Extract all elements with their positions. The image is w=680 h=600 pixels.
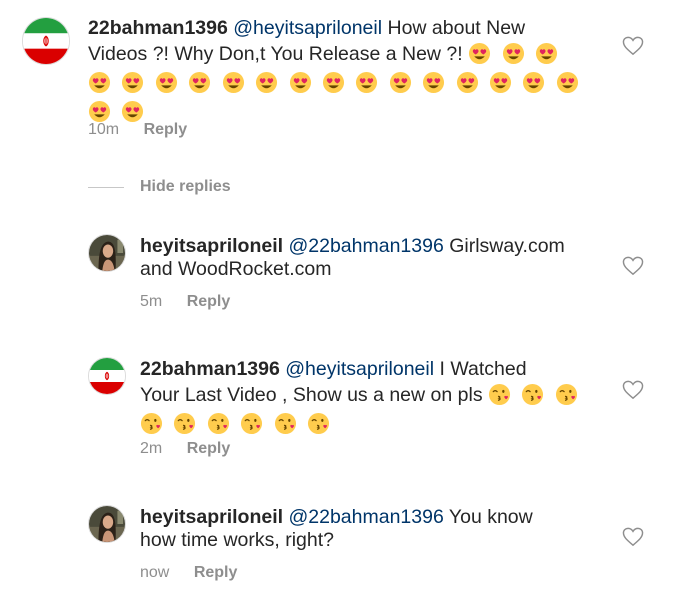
heart-eyes-emoji xyxy=(289,71,312,94)
heart-eyes-emoji xyxy=(88,71,111,94)
kissing-emoji xyxy=(140,412,163,435)
reply-button[interactable]: Reply xyxy=(144,121,188,138)
heart-eyes-emoji xyxy=(468,42,491,65)
kissing-emoji xyxy=(307,412,330,435)
comment-username[interactable]: 22bahman1396 xyxy=(140,358,280,380)
comment-meta: 5m Reply xyxy=(140,293,230,311)
comment-body: Girlsway.com xyxy=(449,235,565,257)
like-button[interactable] xyxy=(622,36,644,56)
hide-replies-label[interactable]: Hide replies xyxy=(140,176,231,198)
heart-eyes-emoji xyxy=(222,71,245,94)
heart-eyes-emoji xyxy=(502,42,525,65)
kissing-emoji xyxy=(173,412,196,435)
comment-body: How about New xyxy=(387,17,526,39)
comment-body: Your Last Video , Show us a new on pls xyxy=(140,384,483,406)
comment-text: heyitsapriloneil @22bahman1396 You know … xyxy=(140,506,610,552)
comment-body: Videos ?! Why Don,t You Release a New ?! xyxy=(88,43,463,65)
profile-photo-icon xyxy=(89,235,125,271)
comment-mention[interactable]: @heyitsapriloneil xyxy=(233,17,382,39)
heart-eyes-emoji xyxy=(121,71,144,94)
comment-meta: 10m Reply xyxy=(88,121,187,139)
heart-eyes-emoji xyxy=(389,71,412,94)
iran-flag-icon xyxy=(23,18,69,64)
comment-body: You know xyxy=(448,506,533,528)
heart-eyes-emoji xyxy=(456,71,479,94)
comment-username[interactable]: 22bahman1396 xyxy=(88,17,228,39)
like-button[interactable] xyxy=(622,256,644,276)
comment-mention[interactable]: @22bahman1396 xyxy=(288,235,443,257)
comment-mention[interactable]: @22bahman1396 xyxy=(288,506,443,528)
iran-flag-icon xyxy=(89,358,125,394)
reply-button[interactable]: Reply xyxy=(187,293,231,310)
heart-eyes-emoji xyxy=(322,71,345,94)
comment-text: 22bahman1396 @heyitsapriloneil How about… xyxy=(88,17,588,127)
comment-text: 22bahman1396 @heyitsapriloneil I Watched… xyxy=(140,358,590,439)
comment-text: heyitsapriloneil @22bahman1396 Girlsway.… xyxy=(140,235,610,281)
heart-eyes-emoji xyxy=(522,71,545,94)
like-button[interactable] xyxy=(622,380,644,400)
comment-body: how time works, right? xyxy=(140,529,334,551)
heart-outline-icon xyxy=(622,527,644,547)
iran-flag-avatar[interactable] xyxy=(88,357,126,395)
comment-time: 10m xyxy=(88,121,120,138)
heart-eyes-emoji xyxy=(535,42,558,65)
heart-eyes-emoji xyxy=(88,100,111,123)
heart-outline-icon xyxy=(622,36,644,56)
comment-meta: now Reply xyxy=(140,564,237,582)
comment-body: and WoodRocket.com xyxy=(140,258,332,280)
heart-outline-icon xyxy=(622,256,644,276)
reply-button[interactable]: Reply xyxy=(194,564,238,581)
kissing-emoji xyxy=(521,383,544,406)
comment-meta: 2m Reply xyxy=(140,440,230,458)
heart-eyes-emoji xyxy=(255,71,278,94)
heart-eyes-emoji xyxy=(355,71,378,94)
kissing-emoji xyxy=(488,383,511,406)
kissing-emoji xyxy=(207,412,230,435)
comment-time: 2m xyxy=(140,440,163,457)
comment-username[interactable]: heyitsapriloneil xyxy=(140,235,283,257)
profile-photo-avatar[interactable] xyxy=(88,234,126,272)
kissing-emoji xyxy=(274,412,297,435)
iran-flag-avatar[interactable] xyxy=(22,17,70,65)
heart-eyes-emoji xyxy=(422,71,445,94)
kissing-emoji xyxy=(240,412,263,435)
heart-eyes-emoji xyxy=(489,71,512,94)
kissing-emoji xyxy=(555,383,578,406)
heart-outline-icon xyxy=(622,380,644,400)
profile-photo-avatar[interactable] xyxy=(88,505,126,543)
heart-eyes-emoji xyxy=(121,100,144,123)
like-button[interactable] xyxy=(622,527,644,547)
heart-eyes-emoji xyxy=(556,71,579,94)
heart-eyes-emoji xyxy=(155,71,178,94)
profile-photo-icon xyxy=(89,506,125,542)
comment-time: 5m xyxy=(140,293,163,310)
reply-button[interactable]: Reply xyxy=(187,440,231,457)
comment-time: now xyxy=(140,564,170,581)
comment-username[interactable]: heyitsapriloneil xyxy=(140,506,283,528)
heart-eyes-emoji xyxy=(188,71,211,94)
comment-mention[interactable]: @heyitsapriloneil xyxy=(285,358,434,380)
divider-line xyxy=(88,187,124,188)
comment-body: I Watched xyxy=(439,358,527,380)
